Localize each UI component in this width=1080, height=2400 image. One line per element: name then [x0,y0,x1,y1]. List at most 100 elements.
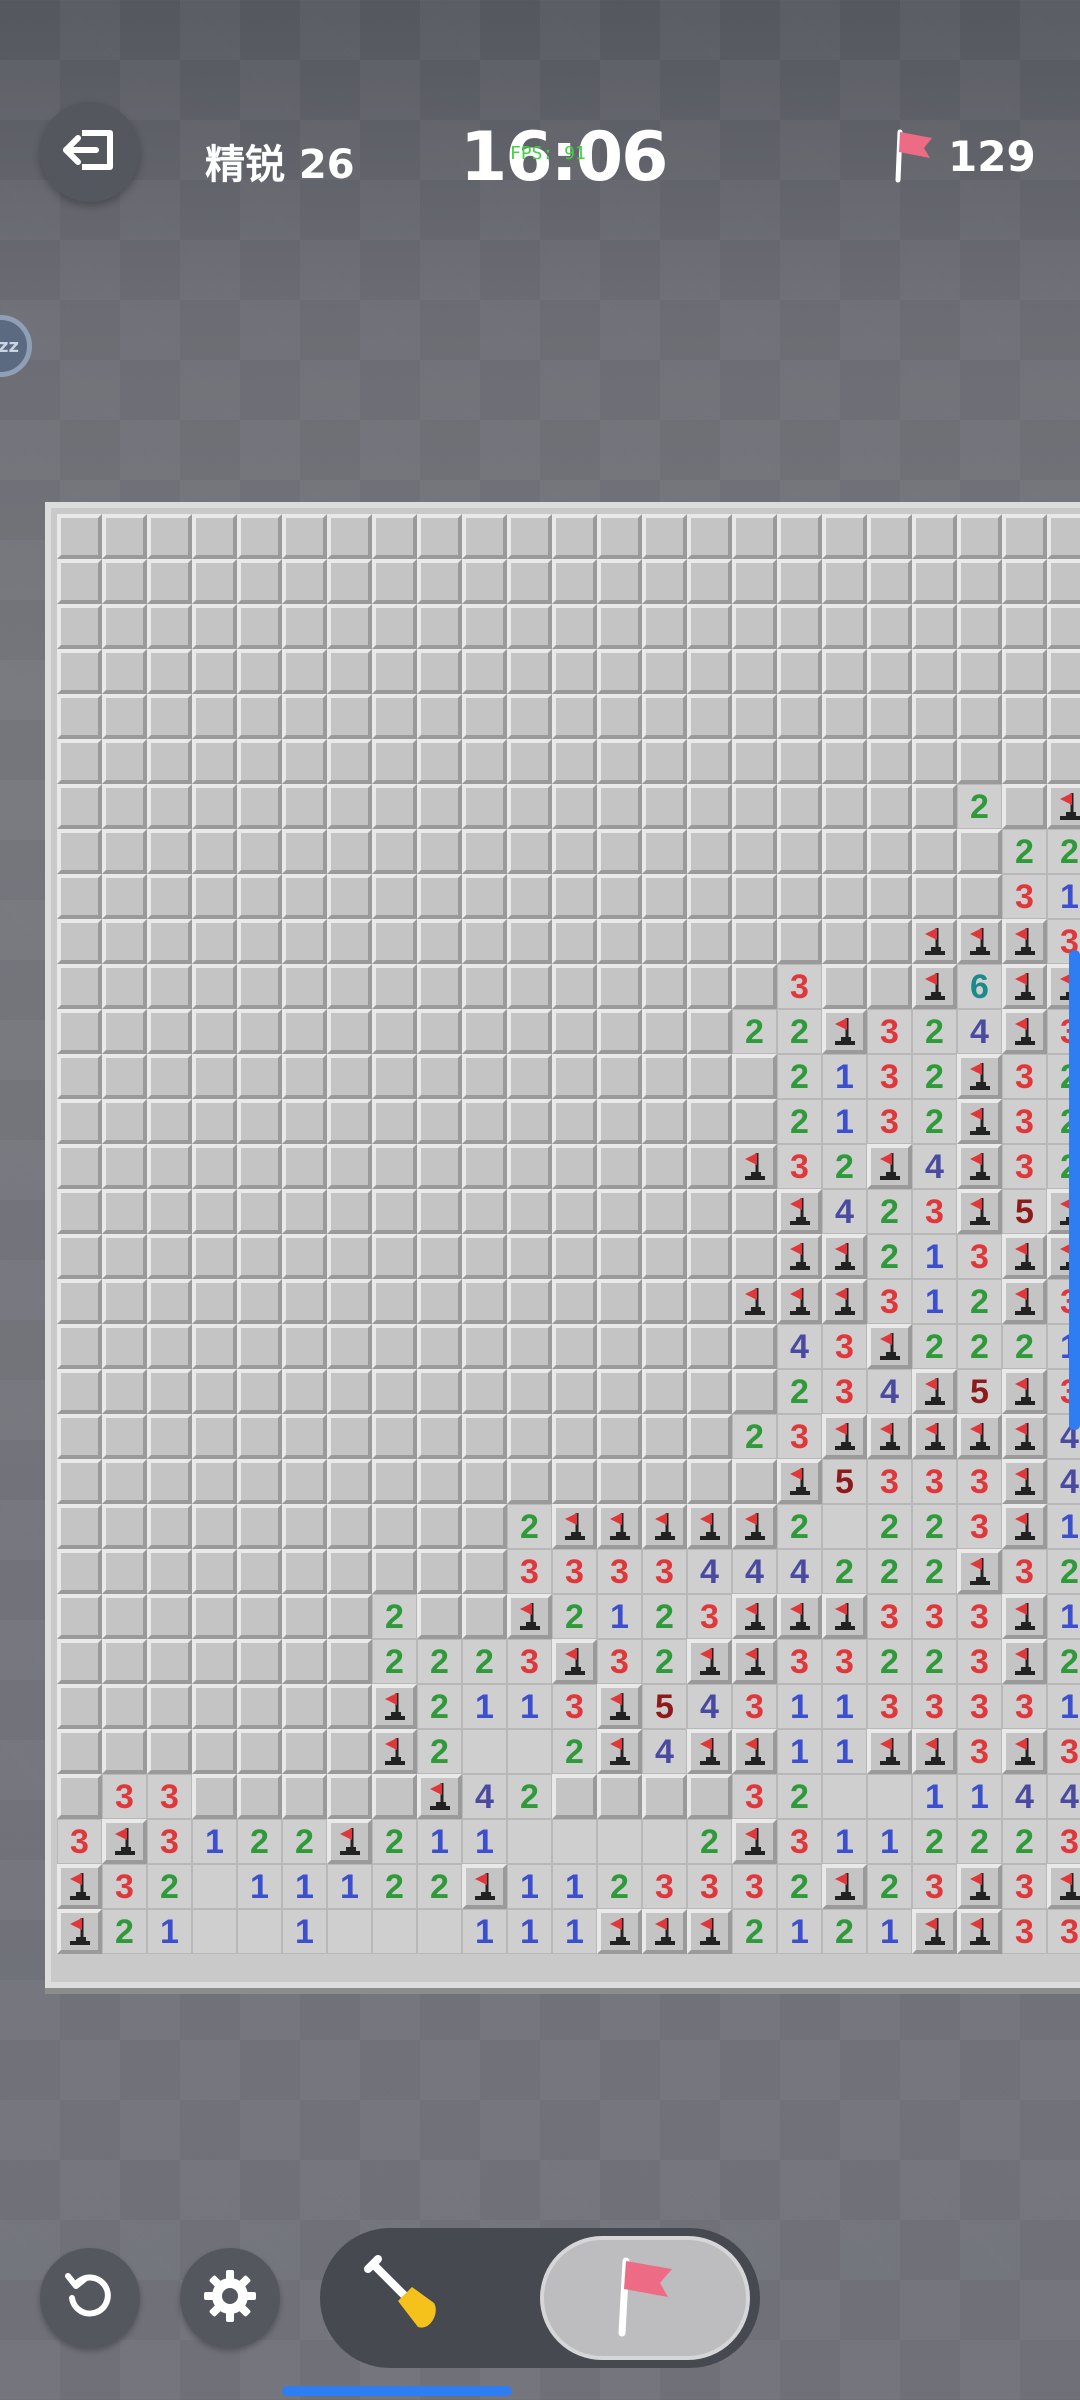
board-cell-number[interactable]: 2 [777,1054,822,1099]
board-cell-number[interactable]: 2 [822,1144,867,1189]
board-cell-hidden[interactable] [327,739,372,784]
board-cell-number[interactable]: 2 [912,1324,957,1369]
board-cell-hidden[interactable] [147,1324,192,1369]
board-cell-hidden[interactable] [102,1009,147,1054]
board-cell-hidden[interactable] [417,514,462,559]
board-cell-hidden[interactable] [192,1639,237,1684]
board-cell-hidden[interactable] [552,1324,597,1369]
board-cell-number[interactable]: 1 [1047,1504,1080,1549]
board-cell-hidden[interactable] [57,1279,102,1324]
board-cell-hidden[interactable] [462,1099,507,1144]
board-cell-hidden[interactable] [282,964,327,1009]
board-cell-empty[interactable] [237,1909,282,1954]
board-cell-hidden[interactable] [57,739,102,784]
board-cell-flagged[interactable] [957,1189,1002,1234]
board-cell-hidden[interactable] [57,1054,102,1099]
board-cell-hidden[interactable] [552,829,597,874]
board-cell-flagged[interactable] [822,1279,867,1324]
board-cell-hidden[interactable] [237,1099,282,1144]
board-cell-hidden[interactable] [777,604,822,649]
board-cell-hidden[interactable] [462,1054,507,1099]
board-cell-number[interactable]: 2 [462,1639,507,1684]
board-cell-number[interactable]: 3 [1002,1684,1047,1729]
board-cell-hidden[interactable] [732,1234,777,1279]
board-cell-hidden[interactable] [687,1099,732,1144]
board-cell-number[interactable]: 3 [1002,1549,1047,1594]
board-cell-flagged[interactable] [1002,1414,1047,1459]
board-cell-hidden[interactable] [642,1144,687,1189]
board-cell-number[interactable]: 2 [912,1099,957,1144]
board-cell-number[interactable]: 5 [1002,1189,1047,1234]
board-cell-flagged[interactable] [732,1819,777,1864]
board-cell-number[interactable]: 2 [417,1684,462,1729]
board-cell-hidden[interactable] [192,1414,237,1459]
board-cell-number[interactable]: 5 [642,1684,687,1729]
board-cell-number[interactable]: 2 [147,1864,192,1909]
board-cell-hidden[interactable] [507,1234,552,1279]
board-cell-number[interactable]: 1 [912,1774,957,1819]
board-cell-number[interactable]: 4 [822,1189,867,1234]
board-cell-hidden[interactable] [372,1054,417,1099]
board-cell-number[interactable]: 1 [1047,1594,1080,1639]
board-cell-flagged[interactable] [1002,1639,1047,1684]
board-cell-hidden[interactable] [327,604,372,649]
board-cell-flagged[interactable] [1002,1009,1047,1054]
board-cell-hidden[interactable] [867,604,912,649]
board-cell-hidden[interactable] [282,604,327,649]
board-cell-hidden[interactable] [822,964,867,1009]
board-cell-hidden[interactable] [462,1414,507,1459]
board-cell-hidden[interactable] [102,1594,147,1639]
board-cell-hidden[interactable] [282,559,327,604]
board-cell-number[interactable]: 2 [552,1729,597,1774]
board-cell-hidden[interactable] [507,874,552,919]
board-cell-hidden[interactable] [912,604,957,649]
board-cell-hidden[interactable] [552,559,597,604]
board-cell-hidden[interactable] [192,964,237,1009]
board-cell-hidden[interactable] [237,739,282,784]
board-cell-hidden[interactable] [462,1549,507,1594]
board-cell-number[interactable]: 2 [642,1639,687,1684]
board-cell-empty[interactable] [417,1909,462,1954]
board-cell-number[interactable]: 2 [417,1864,462,1909]
board-cell-flagged[interactable] [57,1909,102,1954]
board-cell-flagged[interactable] [372,1729,417,1774]
board-cell-number[interactable]: 2 [732,1009,777,1054]
board-cell-hidden[interactable] [417,874,462,919]
board-cell-hidden[interactable] [282,1099,327,1144]
board-cell-number[interactable]: 2 [102,1909,147,1954]
board-cell-hidden[interactable] [237,1504,282,1549]
board-cell-number[interactable]: 3 [1002,1864,1047,1909]
board-cell-hidden[interactable] [237,1684,282,1729]
board-cell-hidden[interactable] [777,829,822,874]
board-cell-number[interactable]: 1 [282,1909,327,1954]
board-cell-hidden[interactable] [237,1144,282,1189]
board-cell-hidden[interactable] [282,514,327,559]
board-cell-hidden[interactable] [147,1144,192,1189]
board-cell-flagged[interactable] [417,1774,462,1819]
board-cell-number[interactable]: 3 [507,1549,552,1594]
board-cell-flagged[interactable] [597,1504,642,1549]
board-cell-hidden[interactable] [372,829,417,874]
board-cell-number[interactable]: 3 [912,1459,957,1504]
board-cell-number[interactable]: 3 [912,1684,957,1729]
board-cell-empty[interactable] [372,1909,417,1954]
board-cell-hidden[interactable] [462,604,507,649]
board-cell-hidden[interactable] [327,1774,372,1819]
board-cell-hidden[interactable] [822,604,867,649]
board-cell-hidden[interactable] [912,874,957,919]
board-cell-hidden[interactable] [57,604,102,649]
board-cell-hidden[interactable] [237,1189,282,1234]
board-cell-hidden[interactable] [327,649,372,694]
board-cell-hidden[interactable] [642,1189,687,1234]
board-cell-number[interactable]: 2 [372,1594,417,1639]
board-cell-hidden[interactable] [732,874,777,919]
board-cell-hidden[interactable] [732,1459,777,1504]
board-cell-hidden[interactable] [192,784,237,829]
board-cell-hidden[interactable] [147,1549,192,1594]
board-cell-hidden[interactable] [552,604,597,649]
board-cell-hidden[interactable] [867,739,912,784]
board-cell-number[interactable]: 2 [1002,1819,1047,1864]
board-cell-hidden[interactable] [147,1369,192,1414]
board-cell-hidden[interactable] [507,829,552,874]
board-cell-hidden[interactable] [327,1234,372,1279]
